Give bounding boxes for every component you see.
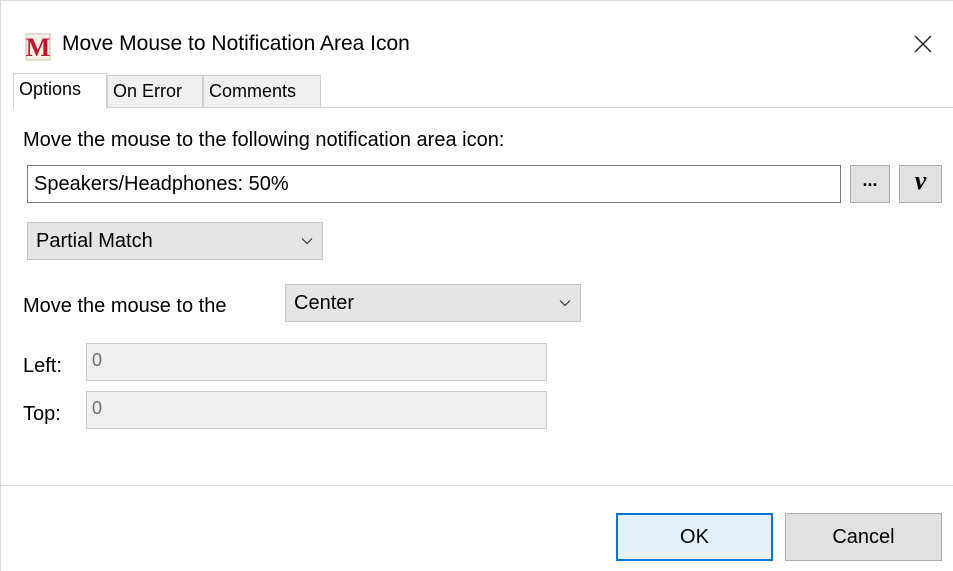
left-offset-input[interactable]: 0 <box>86 343 547 381</box>
instruction-label: Move the mouse to the following notifica… <box>23 129 505 151</box>
move-to-label: Move the mouse to the <box>23 295 227 317</box>
tab-on-error[interactable]: On Error <box>107 75 203 107</box>
close-icon <box>914 35 932 53</box>
chevron-down-icon <box>301 238 313 245</box>
cancel-button[interactable]: Cancel <box>785 513 942 561</box>
window-title: Move Mouse to Notification Area Icon <box>62 32 410 55</box>
move-to-position-select[interactable]: Center <box>285 284 581 322</box>
ok-button[interactable]: OK <box>616 513 773 561</box>
browse-button[interactable]: ... <box>850 165 890 203</box>
left-label: Left: <box>23 355 62 377</box>
dialog-window: M Move Mouse to Notification Area Icon O… <box>0 0 953 571</box>
match-mode-select[interactable]: Partial Match <box>27 222 323 260</box>
top-label: Top: <box>23 403 61 425</box>
svg-text:M: M <box>26 33 51 62</box>
icon-name-input[interactable]: Speakers/Headphones: 50% <box>27 165 841 203</box>
close-button[interactable] <box>901 25 945 63</box>
chevron-down-icon <box>559 300 571 307</box>
tab-comments[interactable]: Comments <box>203 75 321 107</box>
tab-options[interactable]: Options <box>13 73 107 109</box>
insert-variable-button[interactable]: v <box>899 165 942 203</box>
tab-panel-border <box>13 107 953 108</box>
app-logo-icon: M <box>25 33 51 62</box>
footer-separator <box>1 485 953 486</box>
match-mode-value: Partial Match <box>36 230 153 252</box>
title-bar: M Move Mouse to Notification Area Icon <box>1 1 953 73</box>
move-to-position-value: Center <box>294 292 355 314</box>
top-offset-input[interactable]: 0 <box>86 391 547 429</box>
